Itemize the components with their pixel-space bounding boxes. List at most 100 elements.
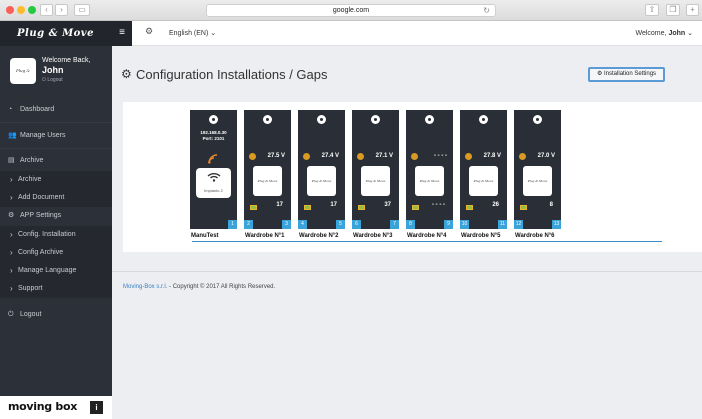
sidebar-item-config-archive[interactable]: › Config Archive bbox=[0, 244, 112, 262]
user-menu[interactable]: Welcome, John ⌄ bbox=[635, 29, 693, 37]
sidebar-item-logout[interactable]: ⏻ Logout bbox=[0, 306, 112, 324]
wardrobe-card-3[interactable]: 27.1 V Plug & Move 37 6 7 bbox=[352, 110, 399, 229]
camera-icon bbox=[533, 115, 542, 124]
item-count: 8 bbox=[549, 202, 553, 208]
users-icon: 👥 bbox=[8, 132, 17, 139]
wardrobe-box: Plug & Move bbox=[469, 166, 498, 196]
camera-icon bbox=[209, 115, 218, 124]
address-bar[interactable]: google.com ↻ bbox=[206, 4, 496, 17]
camera-icon bbox=[317, 115, 326, 124]
chevron-down-icon: ⌄ bbox=[210, 30, 217, 37]
slot-badge-left: 8 bbox=[406, 220, 415, 229]
info-icon[interactable]: i bbox=[90, 401, 103, 414]
wardrobe-box: Plug & Move bbox=[361, 166, 390, 196]
forward-icon[interactable]: › bbox=[55, 4, 68, 16]
hub-card[interactable]: 192.168.0.30 Port: 2101 Impianto 2 1 bbox=[190, 110, 237, 229]
battery-icon bbox=[304, 205, 311, 210]
slot-badge-left: 6 bbox=[352, 220, 361, 229]
welcome-label: Welcome Back, bbox=[42, 57, 91, 64]
wardrobe-card-6[interactable]: 27.0 V Plug & Move 8 12 13 bbox=[514, 110, 561, 229]
wardrobe-label-4: Wardrobe N°4 bbox=[407, 233, 447, 239]
cogs-icon: ⚙ bbox=[121, 67, 132, 81]
main-content: ⚙ Configuration Installations / Gaps ⚙ I… bbox=[112, 46, 702, 419]
slot-badge-right: 13 bbox=[552, 220, 561, 229]
sidebar-item-support[interactable]: › Support bbox=[0, 280, 112, 298]
wardrobe-box: Plug & Move bbox=[307, 166, 336, 196]
wardrobe-box: Plug & Move bbox=[415, 166, 444, 196]
voltage-value: - - - - bbox=[434, 153, 447, 159]
item-count: 26 bbox=[492, 202, 499, 208]
item-count: 17 bbox=[330, 202, 337, 208]
temperature-icon bbox=[411, 153, 418, 160]
new-tab-icon[interactable]: + bbox=[686, 4, 699, 16]
voltage-value: 27.0 V bbox=[537, 153, 555, 159]
logout-link-small[interactable]: ⏻ Logout bbox=[42, 77, 63, 83]
language-dropdown[interactable]: English (EN) ⌄ bbox=[169, 29, 216, 37]
wardrobe-label-1: Wardrobe N°1 bbox=[245, 233, 285, 239]
hub-address: 192.168.0.30 Port: 2101 bbox=[200, 130, 227, 141]
chevron-right-icon: › bbox=[10, 248, 13, 257]
sidebar-item-add-document[interactable]: › Add Document bbox=[0, 189, 112, 207]
company-link[interactable]: Moving-Box s.r.l. bbox=[123, 284, 167, 290]
camera-icon bbox=[479, 115, 488, 124]
chevron-right-icon: › bbox=[10, 175, 13, 184]
wardrobe-label-6: Wardrobe N°6 bbox=[515, 233, 555, 239]
sidebar-item-archive[interactable]: › Archive bbox=[0, 171, 112, 189]
gears-icon: ⚙ bbox=[8, 212, 15, 219]
share-icon[interactable]: ⇧ bbox=[645, 4, 659, 16]
slot-badge: 1 bbox=[228, 220, 237, 229]
camera-icon bbox=[425, 115, 434, 124]
sidebar-item-manage-language[interactable]: › Manage Language bbox=[0, 262, 112, 280]
dashboard-icon: ◔ bbox=[8, 106, 13, 113]
sidebar-item-manage-users[interactable]: 👥 Manage Users bbox=[0, 123, 112, 149]
browser-chrome: ‹ › ▭ google.com ↻ ⇧ ❐ + bbox=[0, 0, 702, 21]
logo-bar: Plug & Move bbox=[0, 21, 112, 46]
sidebar-toggle-icon[interactable]: ▭ bbox=[74, 4, 90, 16]
cogs-icon: ⚙ bbox=[596, 71, 603, 77]
sidebar-item-app-settings[interactable]: ⚙ APP Settings bbox=[0, 207, 112, 225]
menu-toggle-icon[interactable]: ≡ bbox=[112, 21, 132, 46]
item-count: 37 bbox=[384, 202, 391, 208]
slot-badge-left: 10 bbox=[460, 220, 469, 229]
footer-brand-bar: moving box i bbox=[0, 396, 112, 419]
maximize-window-icon[interactable] bbox=[28, 6, 36, 14]
item-count: - - - - bbox=[432, 202, 445, 208]
slot-badge-right: 9 bbox=[444, 220, 453, 229]
close-window-icon[interactable] bbox=[6, 6, 14, 14]
voltage-value: 27.1 V bbox=[375, 153, 393, 159]
brand-logo[interactable]: Plug & Move bbox=[17, 28, 94, 39]
wardrobe-card-4[interactable]: - - - - Plug & Move - - - - 8 9 bbox=[406, 110, 453, 229]
url-text: google.com bbox=[332, 7, 370, 14]
router-device: Impianto 2 bbox=[196, 168, 231, 198]
reload-icon[interactable]: ↻ bbox=[483, 5, 490, 17]
installation-panel: 192.168.0.30 Port: 2101 Impianto 2 1 Man… bbox=[123, 102, 702, 252]
sidebar-item-archive-group[interactable]: ▤ Archive bbox=[0, 152, 112, 170]
wardrobe-label-5: Wardrobe N°5 bbox=[461, 233, 501, 239]
camera-icon bbox=[263, 115, 272, 124]
power-icon: ⏻ bbox=[8, 311, 14, 318]
wardrobe-card-1[interactable]: 27.5 V Plug & Move 17 2 3 bbox=[244, 110, 291, 229]
wardrobe-card-5[interactable]: 27.8 V Plug & Move 26 10 11 bbox=[460, 110, 507, 229]
slot-badge-left: 12 bbox=[514, 220, 523, 229]
slot-badge-right: 5 bbox=[336, 220, 345, 229]
settings-cogs-icon[interactable]: ⚙ bbox=[145, 26, 153, 37]
battery-icon bbox=[358, 205, 365, 210]
sidebar-item-config-installation[interactable]: › Config. Installation bbox=[0, 226, 112, 244]
minimize-window-icon[interactable] bbox=[17, 6, 25, 14]
back-icon[interactable]: ‹ bbox=[40, 4, 53, 16]
user-profile: Plug & Move Welcome Back, John ⏻ Logout bbox=[0, 46, 112, 99]
wardrobe-card-2[interactable]: 27.4 V Plug & Move 17 4 5 bbox=[298, 110, 345, 229]
sidebar: Plug & Move ≡ Plug & Move Welcome Back, … bbox=[0, 21, 132, 419]
chevron-right-icon: › bbox=[10, 230, 13, 239]
footer-divider bbox=[112, 271, 702, 272]
wifi-icon bbox=[196, 172, 231, 184]
sidebar-item-dashboard[interactable]: ◔ Dashboard bbox=[0, 97, 112, 123]
hub-label: ManuTest bbox=[191, 233, 219, 239]
wardrobe-box: Plug & Move bbox=[523, 166, 552, 196]
slot-badge-left: 2 bbox=[244, 220, 253, 229]
installation-settings-button[interactable]: ⚙ Installation Settings bbox=[588, 67, 665, 82]
item-count: 17 bbox=[276, 202, 283, 208]
wardrobe-label-2: Wardrobe N°2 bbox=[299, 233, 339, 239]
tabs-icon[interactable]: ❐ bbox=[666, 4, 680, 16]
slot-badge-right: 11 bbox=[498, 220, 507, 229]
